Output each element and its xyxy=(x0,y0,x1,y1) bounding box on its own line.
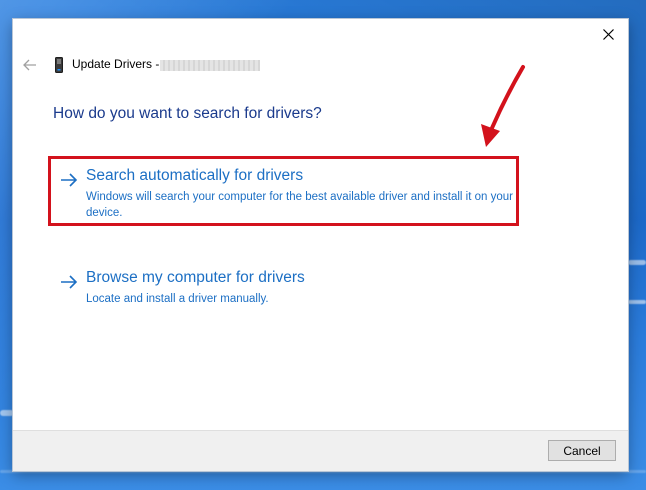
dialog-header: Update Drivers - xyxy=(13,49,628,81)
device-icon xyxy=(55,57,63,73)
close-icon xyxy=(602,28,614,40)
back-button[interactable] xyxy=(20,55,40,75)
option-description: Locate and install a driver manually. xyxy=(86,293,269,305)
update-drivers-dialog: Update Drivers - How do you want to sear… xyxy=(13,19,628,471)
close-button[interactable] xyxy=(588,19,628,49)
dialog-footer: Cancel xyxy=(13,430,628,471)
option-title: Browse my computer for drivers xyxy=(86,269,305,286)
cancel-button[interactable]: Cancel xyxy=(548,440,616,461)
page-heading: How do you want to search for drivers? xyxy=(53,105,322,122)
dialog-title: Update Drivers - xyxy=(72,57,160,71)
highlight-annotation-box xyxy=(48,156,519,226)
arrow-right-icon xyxy=(61,275,78,289)
wallpaper-streak xyxy=(628,260,646,265)
redacted-device-name xyxy=(160,60,260,71)
browse-computer-option[interactable]: Browse my computer for drivers Locate an… xyxy=(53,269,523,305)
back-arrow-icon xyxy=(23,59,36,71)
wallpaper-streak xyxy=(628,300,646,304)
wallpaper-streak xyxy=(0,410,14,416)
